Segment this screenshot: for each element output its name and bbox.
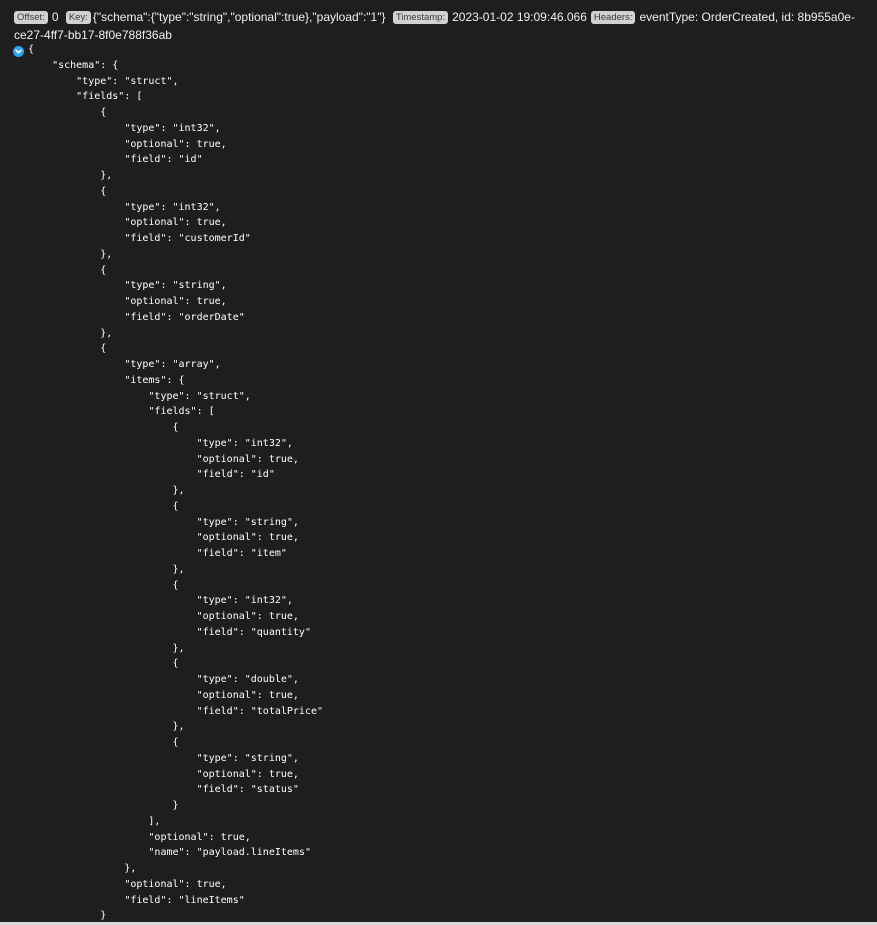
- json-line: "optional": true,: [28, 217, 227, 229]
- json-line: },: [28, 327, 113, 339]
- message-viewer: Offset: 0 Key: {"schema":{"type":"string",…: [0, 0, 877, 925]
- json-line: "type": "int32",: [28, 595, 293, 607]
- json-line: {: [28, 579, 179, 591]
- json-line: "optional": true,: [28, 138, 227, 150]
- json-line: "optional": true,: [28, 768, 299, 780]
- json-line: "name": "payload.lineItems": [28, 847, 311, 859]
- json-line: "type": "string",: [28, 280, 227, 292]
- json-line: "schema": {: [28, 59, 119, 71]
- offset-value: 0: [51, 10, 59, 24]
- json-line: "optional": true,: [28, 689, 299, 701]
- json-line: "type": "struct",: [28, 75, 179, 87]
- json-line: },: [28, 248, 113, 260]
- json-line: },: [28, 170, 113, 181]
- json-line: "optional": true,: [28, 878, 227, 890]
- json-line: "type": "double",: [28, 674, 299, 685]
- json-line: "optional": true,: [28, 532, 299, 544]
- json-line: {: [28, 737, 179, 748]
- json-line: "field": "customerId": [28, 233, 251, 244]
- key-badge: Key:: [65, 11, 91, 24]
- json-line: "type": "int32",: [28, 122, 221, 134]
- chevron-down-icon[interactable]: [13, 46, 24, 57]
- json-line: "field": "lineItems": [28, 894, 245, 906]
- json-line: {: [28, 185, 107, 197]
- json-line: "field": "status": [28, 784, 299, 796]
- json-line: {: [28, 500, 179, 512]
- json-line: "optional": true,: [28, 296, 227, 307]
- json-line: "items": {: [28, 374, 185, 386]
- json-line: "type": "string",: [28, 516, 299, 528]
- json-line: },: [28, 642, 185, 654]
- json-viewer: { "schema": { "type": "struct", "fields"…: [28, 42, 323, 924]
- json-line: "optional": true,: [28, 611, 299, 622]
- json-line: "field": "orderDate": [28, 311, 245, 323]
- json-line: }: [28, 800, 179, 811]
- json-line: "field": "id": [28, 469, 275, 481]
- json-line: "optional": true,: [28, 831, 251, 843]
- json-line: "type": "string",: [28, 752, 299, 764]
- json-line: "type": "int32",: [28, 201, 221, 213]
- timestamp-value: 2023-01-02 19:09:46.066: [452, 10, 587, 24]
- json-line: {: [28, 44, 35, 55]
- headers-badge: Headers:: [590, 11, 636, 24]
- json-line: "fields": [: [28, 91, 143, 103]
- key-value: {"schema":{"type":"string","optional":tr…: [92, 10, 386, 24]
- json-line: "type": "int32",: [28, 437, 293, 449]
- json-line: "fields": [: [28, 406, 215, 418]
- json-line: {: [28, 343, 107, 355]
- json-line: "field": "totalPrice": [28, 705, 324, 717]
- json-line: },: [28, 563, 185, 575]
- json-line: {: [28, 658, 179, 670]
- json-line: },: [28, 863, 137, 874]
- json-line: {: [28, 422, 179, 433]
- json-line: },: [28, 485, 185, 496]
- timestamp-badge: Timestamp:: [392, 11, 449, 24]
- record-metadata: Offset: 0 Key: {"schema":{"type":"string",…: [14, 8, 864, 44]
- offset-badge: Offset:: [14, 11, 48, 24]
- json-line: "type": "array",: [28, 359, 221, 370]
- json-line: ],: [28, 815, 161, 827]
- json-line: "field": "quantity": [28, 626, 311, 638]
- json-line: "optional": true,: [28, 453, 299, 465]
- json-line: },: [28, 721, 185, 733]
- json-line: {: [28, 107, 107, 118]
- json-line: "type": "struct",: [28, 390, 251, 402]
- json-line: "field": "item": [28, 548, 287, 559]
- json-line: {: [28, 264, 107, 276]
- json-line: "field": "id": [28, 154, 203, 166]
